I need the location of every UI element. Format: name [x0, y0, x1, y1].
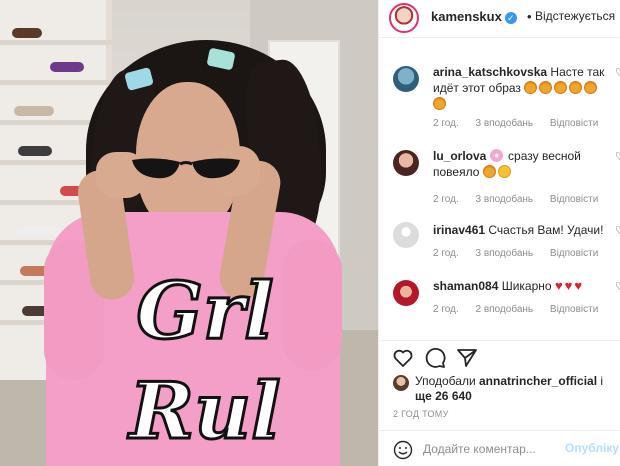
shirt-print: Grl Rul	[128, 265, 282, 459]
verified-badge-icon: ✓	[504, 11, 517, 24]
red-heart-icon: ♥	[574, 278, 583, 293]
comment-likes[interactable]: 3 вподобань	[476, 118, 534, 129]
reply-button[interactable]: Відповісти	[550, 248, 598, 259]
comment-time[interactable]: 2 год.	[433, 194, 459, 205]
sunglasses	[132, 158, 240, 179]
header-separator: •	[527, 9, 532, 24]
commenter-username[interactable]: arina_katschkovska	[433, 65, 547, 79]
commenter-username[interactable]: irinav461	[433, 223, 485, 237]
comment-meta: 2 год. 3 вподобань Відповісти	[433, 248, 612, 259]
comment-likes[interactable]: 2 вподобань	[476, 304, 534, 315]
comment-meta: 2 год. 2 вподобань Відповісти	[433, 304, 612, 315]
star-struck-icon	[539, 81, 553, 94]
post-photo[interactable]: Grl Rul	[0, 0, 378, 466]
comment-like-icon[interactable]: ♡	[615, 224, 620, 237]
commenter-avatar[interactable]	[393, 222, 419, 248]
likes-summary: Уподобали annatrincher_official і ще 26 …	[393, 374, 613, 406]
comment-time[interactable]: 2 год.	[433, 304, 459, 315]
author-username[interactable]: kamenskux ✓	[431, 9, 517, 24]
star-struck-icon	[554, 81, 568, 94]
comment-time[interactable]: 2 год.	[433, 118, 459, 129]
comments-list: arina_katschkovska Насте так идёт этот о…	[379, 38, 620, 340]
follow-status-button[interactable]: Відстежується	[535, 9, 615, 23]
liker-avatar[interactable]	[393, 375, 409, 391]
post-side-panel: kamenskux ✓ • Відстежується arina_katschk…	[378, 0, 620, 466]
publish-button[interactable]: Опублікув	[565, 441, 620, 455]
star-struck-icon	[433, 97, 446, 110]
commenter-username[interactable]: lu_orlova	[433, 149, 486, 163]
comment-likes[interactable]: 3 вподобань	[476, 248, 534, 259]
commenter-avatar[interactable]	[393, 280, 419, 306]
reply-button[interactable]: Відповісти	[550, 118, 598, 129]
add-comment-input[interactable]	[423, 439, 563, 459]
commenter-avatar[interactable]	[393, 66, 419, 92]
post-time-ago[interactable]: 2 ГОД ТОМУ	[393, 409, 449, 419]
red-heart-icon: ♥	[554, 278, 563, 293]
heart-outline-icon[interactable]	[391, 346, 415, 370]
actions-divider	[379, 340, 620, 341]
paper-plane-icon[interactable]	[455, 346, 479, 370]
smiley-icon[interactable]	[393, 440, 413, 460]
comment-like-icon[interactable]: ♡	[615, 66, 620, 79]
comment-text: shaman084 Шикарно ♥ ♥ ♥	[433, 278, 583, 293]
reply-button[interactable]: Відповісти	[550, 304, 598, 315]
commenter-username[interactable]: shaman084	[433, 279, 498, 293]
star-struck-icon	[482, 165, 496, 178]
comment-text: irinav461 Счастья Вам! Удачи!	[433, 223, 604, 237]
comment-bubble-icon[interactable]	[423, 346, 447, 370]
star-struck-icon	[569, 81, 583, 94]
comment-like-icon[interactable]: ♡	[615, 150, 620, 163]
add-comment-bar: Опублікув	[379, 430, 620, 466]
author-avatar[interactable]	[389, 3, 419, 33]
reply-button[interactable]: Відповісти	[550, 194, 598, 205]
red-heart-icon: ♥	[564, 278, 573, 293]
comment-meta: 2 год. 3 вподобань Відповісти	[433, 194, 612, 205]
comment-text: lu_orlova сразу весной повеяло	[433, 149, 581, 179]
post-actions	[379, 344, 620, 372]
comment-text: arina_katschkovska Насте так идёт этот о…	[433, 64, 611, 112]
liker-username[interactable]: annatrincher_official	[479, 374, 597, 388]
star-struck-icon	[524, 81, 538, 94]
comment-likes[interactable]: 3 вподобань	[476, 194, 534, 205]
commenter-avatar[interactable]	[393, 150, 419, 176]
star-struck-icon	[584, 81, 598, 94]
likes-count[interactable]: ще 26 640	[415, 389, 472, 403]
smiling-face-icon	[497, 165, 511, 178]
comment-time[interactable]: 2 год.	[433, 248, 459, 259]
post-header: kamenskux ✓ • Відстежується	[379, 0, 620, 38]
comment-like-icon[interactable]: ♡	[615, 280, 620, 293]
comment-meta: 2 год. 3 вподобань Відповісти	[433, 118, 612, 129]
cherry-blossom-icon	[489, 149, 503, 162]
